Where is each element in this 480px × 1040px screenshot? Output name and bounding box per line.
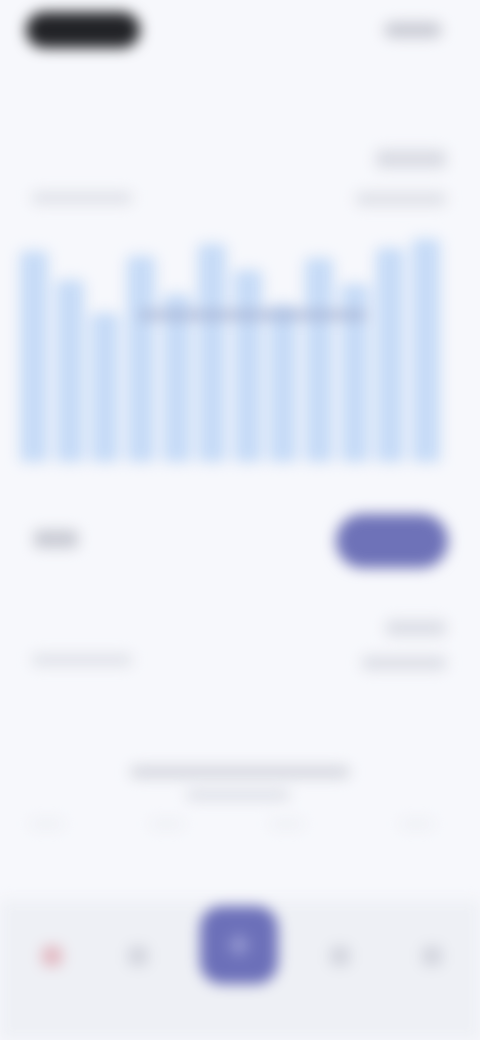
nav-home[interactable] (34, 940, 70, 976)
primary-action-button[interactable] (336, 514, 448, 568)
chart-bar (412, 239, 440, 462)
app-screen (0, 0, 480, 1040)
page-title (32, 78, 252, 110)
section-2-subtitle (32, 654, 132, 666)
chart-bar (234, 270, 262, 462)
row-label (34, 530, 78, 548)
placeholder-dash (30, 820, 64, 828)
battery-signal-icon (384, 22, 442, 38)
placeholder-dash (400, 820, 434, 828)
blurred-content (0, 0, 480, 1040)
chart-bar (376, 248, 404, 462)
status-pill-icon (26, 12, 140, 48)
placeholder-dash (270, 820, 304, 828)
chart-bar (127, 256, 155, 462)
nav-chart[interactable] (120, 940, 156, 976)
chart-overlay-line (138, 310, 368, 320)
home-icon (42, 946, 62, 966)
bar-chart (20, 222, 440, 462)
add-icon-stroke (237, 933, 241, 957)
chart-bar (198, 244, 226, 462)
section-1-subtitle (32, 192, 132, 204)
section-1-sub-right (356, 192, 446, 206)
placeholder-dash (150, 820, 184, 828)
section-1-meta[interactable] (376, 150, 446, 168)
chart-icon (128, 946, 148, 966)
section-2-meta[interactable] (386, 620, 446, 636)
chart-bar (56, 280, 84, 462)
settings-icon (422, 946, 442, 966)
nav-settings[interactable] (414, 940, 450, 976)
nav-list[interactable] (322, 940, 358, 976)
empty-state-line-1 (130, 766, 350, 778)
chart-bar (91, 313, 119, 462)
list-icon (330, 946, 350, 966)
faint-placeholder-row (30, 820, 450, 832)
chart-bar (20, 251, 48, 462)
add-button[interactable] (200, 906, 278, 984)
chart-bar (305, 258, 333, 462)
empty-state-line-2 (186, 790, 290, 800)
section-2-sub-right (362, 656, 446, 670)
chart-bar (269, 304, 297, 462)
